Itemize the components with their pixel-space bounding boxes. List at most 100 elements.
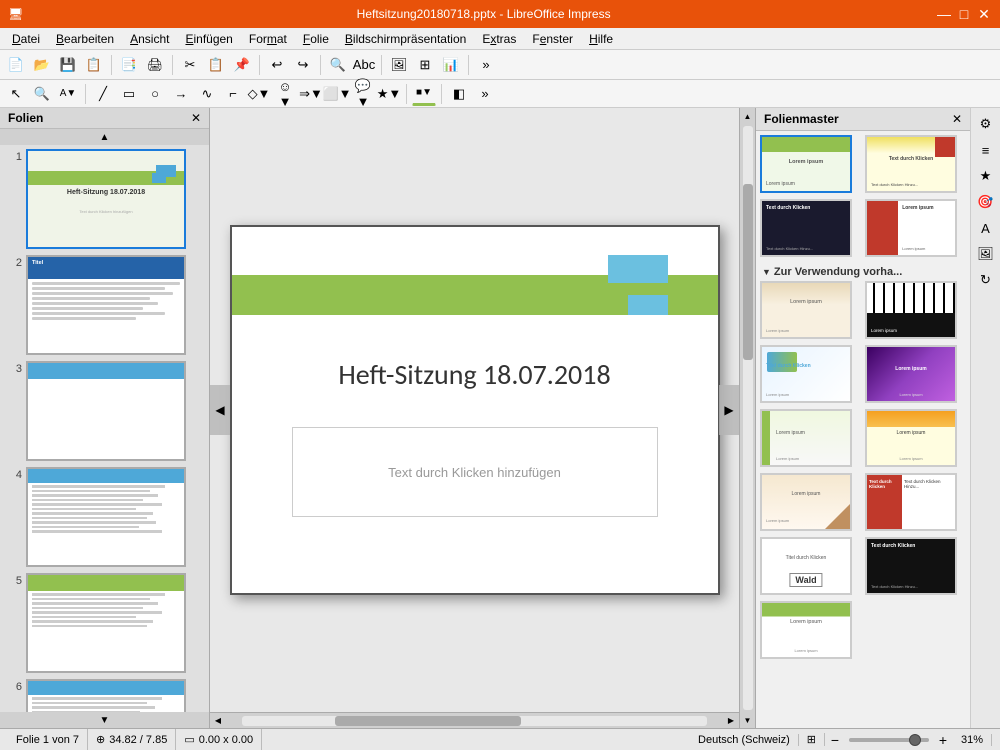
line-color-button[interactable]: A▼	[56, 82, 80, 106]
menu-ansicht[interactable]: Ansicht	[122, 30, 177, 48]
zoom-slider[interactable]	[849, 738, 929, 742]
copy-button[interactable]: 📋	[204, 53, 228, 77]
master-thumb-8[interactable]: Lorem ipsum Lorem ipsum	[865, 345, 957, 403]
right-icon-navigator[interactable]: 🎯	[974, 190, 998, 214]
master-thumb-7[interactable]: Titel durch Klicken Lorem ipsum	[760, 345, 852, 403]
slides-scroll-down[interactable]: ▼	[0, 712, 209, 728]
menu-hilfe[interactable]: Hilfe	[581, 30, 621, 48]
find-button[interactable]: 🔍	[326, 53, 350, 77]
slide-thumb-4[interactable]	[26, 467, 186, 567]
status-zoom-level[interactable]: 31%	[953, 734, 992, 746]
right-icon-styles[interactable]: ≡	[974, 138, 998, 162]
more-draw-button[interactable]: »	[473, 82, 497, 106]
right-icon-image[interactable]: 🖼	[974, 242, 998, 266]
slide-viewport[interactable]: Heft-Sitzung 18.07.2018 Text durch Klick…	[230, 225, 720, 595]
symbol-shapes-button[interactable]: ☺▼	[273, 82, 297, 106]
right-icon-animation[interactable]: ↻	[974, 268, 998, 292]
menu-bildschirmpraesentaion[interactable]: Bildschirmpräsentation	[337, 30, 474, 48]
slide-thumb-6[interactable]	[26, 679, 186, 712]
menu-datei[interactable]: Datei	[4, 30, 48, 48]
print-button[interactable]: 🖨	[143, 53, 167, 77]
menu-einfuegen[interactable]: Einfügen	[177, 30, 240, 48]
slide-item-3[interactable]: 3	[4, 361, 205, 461]
shadow-button[interactable]: ◧	[447, 82, 471, 106]
slide-item-1[interactable]: 1 Heft-Sitzung 18.07.2018 Text durch Kli…	[4, 149, 205, 249]
new-button[interactable]: 📄	[4, 53, 28, 77]
more-button[interactable]: »	[474, 53, 498, 77]
basic-shapes-button[interactable]: ◇▼	[247, 82, 271, 106]
slides-scroll-up[interactable]: ▲	[0, 129, 209, 145]
export-pdf-button[interactable]: 📑	[117, 53, 141, 77]
line-tool[interactable]: ╱	[91, 82, 115, 106]
master-thumb-6[interactable]: Lorem ipsum	[865, 281, 957, 339]
right-icon-properties[interactable]: ⚙	[974, 112, 998, 136]
select-tool[interactable]: ↖	[4, 82, 28, 106]
zoom-out-button[interactable]: −	[825, 730, 845, 750]
master-thumb-10[interactable]: Lorem ipsum Lorem ipsum	[865, 409, 957, 467]
flowchart-button[interactable]: ⬜▼	[325, 82, 349, 106]
right-icon-gallery[interactable]: ★	[974, 164, 998, 188]
zoom-in-button[interactable]: +	[933, 730, 953, 750]
slide-item-6[interactable]: 6	[4, 679, 205, 712]
slide-thumb-1[interactable]: Heft-Sitzung 18.07.2018 Text durch Klick…	[26, 149, 186, 249]
zur-verwendung-section[interactable]: ▼ Zur Verwendung vorha...	[760, 263, 966, 281]
fill-color-button[interactable]: ■▼	[412, 82, 436, 106]
menu-extras[interactable]: Extras	[474, 30, 524, 48]
slide-subtitle-placeholder[interactable]: Text durch Klicken hinzufügen	[292, 427, 658, 517]
slide-item-4[interactable]: 4	[4, 467, 205, 567]
save-as-button[interactable]: 📋	[82, 53, 106, 77]
right-icon-text[interactable]: A	[974, 216, 998, 240]
vscroll-down-button[interactable]: ▼	[740, 712, 756, 728]
slide-thumb-5[interactable]	[26, 573, 186, 673]
slide-thumb-3[interactable]	[26, 361, 186, 461]
zoom-tool[interactable]: 🔍	[30, 82, 54, 106]
slides-panel-close[interactable]: ✕	[191, 111, 201, 125]
master-thumb-3[interactable]: Text durch Klicken Text durch Klicken Hi…	[760, 199, 852, 257]
master-thumb-1[interactable]: Lorem ipsum Lorem ipsum	[760, 135, 852, 193]
vscroll-track[interactable]	[743, 126, 753, 710]
menu-folie[interactable]: Folie	[295, 30, 337, 48]
redo-button[interactable]: ↪	[291, 53, 315, 77]
slide-item-5[interactable]: 5	[4, 573, 205, 673]
vscroll-up-button[interactable]: ▲	[740, 108, 756, 124]
master-thumb-11[interactable]: Lorem ipsum Lorem ipsum	[760, 473, 852, 531]
prev-slide-button[interactable]: ◀	[210, 385, 230, 435]
rect-tool[interactable]: ▭	[117, 82, 141, 106]
master-thumb-14[interactable]: Text durch Klicken Text durch Klicken Hi…	[865, 537, 957, 595]
master-thumb-13[interactable]: Titel durch Klicken Wald	[760, 537, 852, 595]
menu-fenster[interactable]: Fenster	[524, 30, 581, 48]
slide-title[interactable]: Heft-Sitzung 18.07.2018	[232, 357, 718, 392]
hscroll-track[interactable]	[242, 716, 707, 726]
spellcheck-button[interactable]: Abc	[352, 53, 376, 77]
insert-image-button[interactable]: 🖼	[387, 53, 411, 77]
next-slide-button[interactable]: ▶	[719, 385, 739, 435]
menu-bearbeiten[interactable]: Bearbeiten	[48, 30, 122, 48]
menu-format[interactable]: Format	[241, 30, 295, 48]
save-button[interactable]: 💾	[56, 53, 80, 77]
undo-button[interactable]: ↩	[265, 53, 289, 77]
master-thumb-9[interactable]: Lorem ipsum Lorem ipsum	[760, 409, 852, 467]
insert-chart-button[interactable]: 📊	[439, 53, 463, 77]
paste-button[interactable]: 📌	[230, 53, 254, 77]
master-thumb-5[interactable]: Lorem ipsum Lorem ipsum	[760, 281, 852, 339]
connector-tool[interactable]: ⌐	[221, 82, 245, 106]
master-thumb-12[interactable]: Text durch Klicken Text durch Klicken Hi…	[865, 473, 957, 531]
close-button[interactable]: ✕	[976, 6, 992, 22]
folienmaster-close[interactable]: ✕	[952, 112, 962, 126]
maximize-button[interactable]: □	[956, 6, 972, 22]
block-arrows-button[interactable]: ⇒▼	[299, 82, 323, 106]
arrow-tool[interactable]: →	[169, 82, 193, 106]
stars-button[interactable]: ★▼	[377, 82, 401, 106]
hscroll-right-button[interactable]: ▶	[723, 713, 739, 729]
insert-table-button[interactable]: ⊞	[413, 53, 437, 77]
master-thumb-15[interactable]: Lorem ipsum Lorem ipsum	[760, 601, 852, 659]
ellipse-tool[interactable]: ○	[143, 82, 167, 106]
hscroll-left-button[interactable]: ◀	[210, 713, 226, 729]
slide-thumb-2[interactable]: Titel	[26, 255, 186, 355]
master-thumb-4[interactable]: Lorem ipsum Lorem ipsum	[865, 199, 957, 257]
cut-button[interactable]: ✂	[178, 53, 202, 77]
callouts-button[interactable]: 💬▼	[351, 82, 375, 106]
master-thumb-2[interactable]: Text durch Klicken Text durch Klicken Hi…	[865, 135, 957, 193]
open-button[interactable]: 📂	[30, 53, 54, 77]
slide-item-2[interactable]: 2 Titel	[4, 255, 205, 355]
